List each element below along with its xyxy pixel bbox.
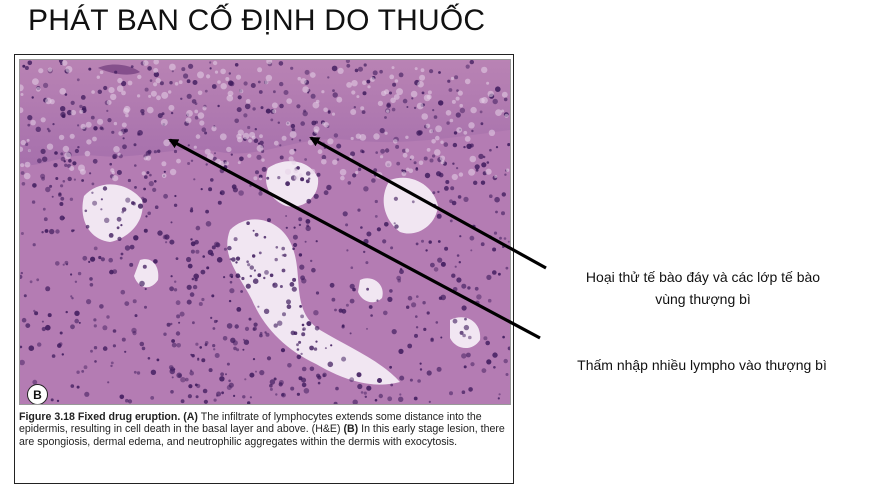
annotation-basal-necrosis-line2: vùng thượng bì — [655, 291, 751, 307]
annotation-basal-necrosis-line1: Hoại thử tế bào đáy và các lớp tế bào — [585, 269, 821, 285]
arrow-basal-necrosis — [309, 136, 547, 270]
annotation-basal-necrosis: Hoại thử tế bào đáy và các lớp tế bào vù… — [548, 266, 858, 310]
annotation-lymphocyte-infiltration: Thấm nhập nhiều lympho vào thượng bì — [577, 357, 827, 373]
annotation-arrows — [168, 136, 547, 340]
arrow-lymphocyte-infiltration — [168, 138, 541, 340]
